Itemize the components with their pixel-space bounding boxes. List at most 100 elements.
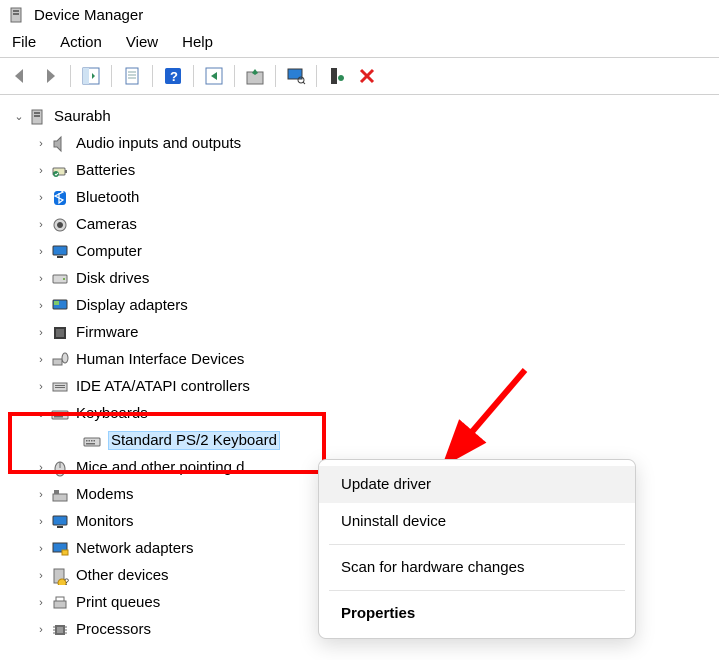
unknown-device-icon: [50, 566, 70, 586]
tree-item-label: Other devices: [76, 567, 169, 584]
toolbar-separator: [234, 65, 235, 87]
help-button[interactable]: [159, 62, 187, 90]
menu-file[interactable]: File: [12, 34, 36, 51]
chevron-right-icon[interactable]: ›: [34, 461, 48, 475]
tree-item-computer[interactable]: › Computer: [6, 238, 713, 265]
camera-icon: [50, 215, 70, 235]
toolbar-separator: [275, 65, 276, 87]
chevron-down-icon[interactable]: ⌄: [12, 110, 26, 124]
toolbar-separator: [111, 65, 112, 87]
monitor-icon: [50, 242, 70, 262]
tree-item-label: Network adapters: [76, 540, 194, 557]
chevron-right-icon[interactable]: ›: [34, 164, 48, 178]
chevron-right-icon[interactable]: ›: [34, 623, 48, 637]
chevron-right-icon[interactable]: ›: [34, 137, 48, 151]
menu-help[interactable]: Help: [182, 34, 213, 51]
device-manager-icon: [8, 6, 26, 24]
chevron-right-icon[interactable]: ›: [34, 191, 48, 205]
speaker-icon: [50, 134, 70, 154]
modem-icon: [50, 485, 70, 505]
uninstall-button[interactable]: [353, 62, 381, 90]
chevron-right-icon[interactable]: ›: [34, 326, 48, 340]
tree-item-label: Display adapters: [76, 297, 188, 314]
keyboard-icon: [50, 404, 70, 424]
menu-view[interactable]: View: [126, 34, 158, 51]
toolbar-separator: [193, 65, 194, 87]
action-button[interactable]: [200, 62, 228, 90]
tree-item-label: IDE ATA/ATAPI controllers: [76, 378, 250, 395]
show-hide-tree-button[interactable]: [77, 62, 105, 90]
computer-icon: [28, 107, 48, 127]
tree-item-label: Print queues: [76, 594, 160, 611]
context-menu: Update driver Uninstall device Scan for …: [318, 459, 636, 639]
monitor-icon: [50, 512, 70, 532]
tree-item-keyboards[interactable]: ⌄ Keyboards: [6, 400, 713, 427]
tree-item-label: Computer: [76, 243, 142, 260]
network-icon: [50, 539, 70, 559]
ctx-scan-hardware[interactable]: Scan for hardware changes: [319, 549, 635, 586]
context-menu-separator: [329, 544, 625, 545]
chevron-right-icon[interactable]: ›: [34, 515, 48, 529]
tree-item-label: Keyboards: [76, 405, 148, 422]
chevron-right-icon[interactable]: ›: [34, 380, 48, 394]
chevron-right-icon[interactable]: ›: [34, 299, 48, 313]
scan-hardware-button[interactable]: [282, 62, 310, 90]
tree-item-audio[interactable]: › Audio inputs and outputs: [6, 130, 713, 157]
back-button[interactable]: [6, 62, 34, 90]
printer-icon: [50, 593, 70, 613]
chevron-right-icon[interactable]: ›: [34, 218, 48, 232]
tree-item-label: Firmware: [76, 324, 139, 341]
tree-root[interactable]: ⌄ Saurabh: [6, 103, 713, 130]
ctx-properties[interactable]: Properties: [319, 595, 635, 632]
toolbar-separator: [152, 65, 153, 87]
tree-item-bluetooth[interactable]: › Bluetooth: [6, 184, 713, 211]
mouse-icon: [50, 458, 70, 478]
menu-bar: File Action View Help: [0, 30, 719, 58]
forward-button[interactable]: [36, 62, 64, 90]
add-legacy-button[interactable]: [323, 62, 351, 90]
hid-icon: [50, 350, 70, 370]
tree-item-label: Disk drives: [76, 270, 149, 287]
title-bar: Device Manager: [0, 0, 719, 30]
tree-item-label: Cameras: [76, 216, 137, 233]
toolbar-separator: [70, 65, 71, 87]
chevron-right-icon[interactable]: ›: [34, 353, 48, 367]
ctx-uninstall-device[interactable]: Uninstall device: [319, 503, 635, 540]
processor-icon: [50, 620, 70, 640]
tree-item-hid[interactable]: › Human Interface Devices: [6, 346, 713, 373]
menu-action[interactable]: Action: [60, 34, 102, 51]
window-title: Device Manager: [34, 7, 143, 24]
tree-item-label: Human Interface Devices: [76, 351, 244, 368]
battery-icon: [50, 161, 70, 181]
tree-item-label: Standard PS/2 Keyboard: [108, 431, 280, 450]
ctx-update-driver[interactable]: Update driver: [319, 466, 635, 503]
tree-item-label: Modems: [76, 486, 134, 503]
chevron-right-icon[interactable]: ›: [34, 542, 48, 556]
tree-item-label: Monitors: [76, 513, 134, 530]
tree-item-batteries[interactable]: › Batteries: [6, 157, 713, 184]
tree-item-standard-ps2-keyboard[interactable]: › Standard PS/2 Keyboard: [6, 427, 713, 454]
tree-item-label: Batteries: [76, 162, 135, 179]
tree-item-label: Bluetooth: [76, 189, 139, 206]
tree-item-label: Audio inputs and outputs: [76, 135, 241, 152]
tree-root-label: Saurabh: [54, 108, 111, 125]
chevron-right-icon[interactable]: ›: [34, 245, 48, 259]
tree-item-firmware[interactable]: › Firmware: [6, 319, 713, 346]
chevron-right-icon[interactable]: ›: [34, 488, 48, 502]
chevron-right-icon[interactable]: ›: [34, 569, 48, 583]
tree-item-disk-drives[interactable]: › Disk drives: [6, 265, 713, 292]
tree-item-ide[interactable]: › IDE ATA/ATAPI controllers: [6, 373, 713, 400]
bluetooth-icon: [50, 188, 70, 208]
disk-icon: [50, 269, 70, 289]
properties-button[interactable]: [118, 62, 146, 90]
tree-item-cameras[interactable]: › Cameras: [6, 211, 713, 238]
tree-item-label: Mice and other pointing d: [76, 459, 244, 476]
toolbar-separator: [316, 65, 317, 87]
chevron-right-icon[interactable]: ›: [34, 272, 48, 286]
chevron-right-icon[interactable]: ›: [34, 596, 48, 610]
update-driver-button[interactable]: [241, 62, 269, 90]
tree-item-display-adapters[interactable]: › Display adapters: [6, 292, 713, 319]
ide-icon: [50, 377, 70, 397]
chevron-down-icon[interactable]: ⌄: [34, 407, 48, 421]
toolbar: [0, 58, 719, 95]
